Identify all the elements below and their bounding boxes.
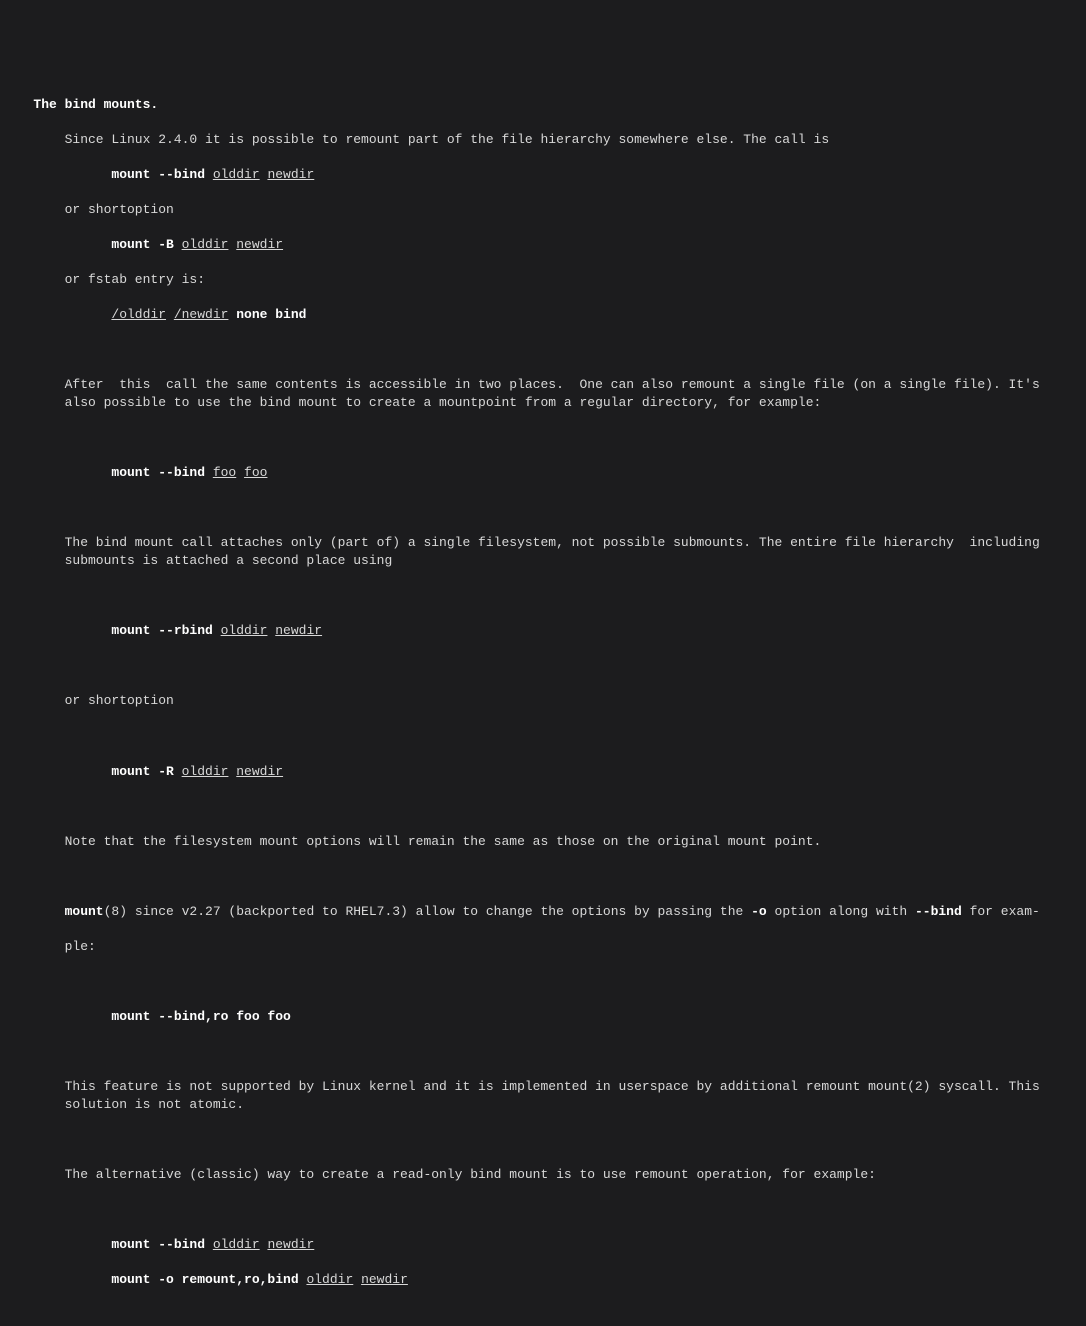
man-page-body: The bind mounts. Since Linux 2.4.0 it is…: [10, 78, 1076, 1326]
cmd-text: mount -B: [111, 237, 181, 252]
paragraph: ple:: [65, 938, 1076, 956]
command-example: mount --bind,ro foo foo: [111, 1008, 1076, 1026]
cmd-text: mount --bind,ro foo foo: [111, 1009, 290, 1024]
command-example: mount --rbind olddir newdir: [111, 622, 1076, 640]
command-example: mount -B olddir newdir: [111, 236, 1076, 254]
cmd-space: [236, 465, 244, 480]
text: option along with: [767, 904, 915, 919]
command-example: mount --bind foo foo: [111, 464, 1076, 482]
command-example: mount -R olddir newdir: [111, 763, 1076, 781]
cmd-arg: olddir: [221, 623, 268, 638]
paragraph: or fstab entry is:: [65, 271, 1076, 289]
cmd-arg: newdir: [267, 1237, 314, 1252]
text-bold: mount: [65, 904, 104, 919]
cmd-arg: foo: [244, 465, 267, 480]
paragraph: or shortoption: [65, 201, 1076, 219]
text-bold: --bind: [915, 904, 962, 919]
paragraph: mount(8) since v2.27 (backported to RHEL…: [65, 903, 1076, 921]
cmd-text: mount -o remount,ro,bind: [111, 1272, 306, 1287]
cmd-space: [353, 1272, 361, 1287]
cmd-text: mount --rbind: [111, 623, 220, 638]
cmd-arg: /newdir: [174, 307, 229, 322]
cmd-text: mount --bind: [111, 465, 212, 480]
paragraph: The alternative (classic) way to create …: [65, 1166, 1076, 1184]
paragraph: After this call the same contents is acc…: [65, 376, 1076, 411]
cmd-arg: newdir: [275, 623, 322, 638]
cmd-arg: foo: [213, 465, 236, 480]
text: (8) since v2.27 (backported to RHEL7.3) …: [104, 904, 752, 919]
text: for exam-: [962, 904, 1040, 919]
paragraph: Note that the filesystem mount options w…: [65, 833, 1076, 851]
paragraph: or shortoption: [65, 692, 1076, 710]
cmd-arg: /olddir: [111, 307, 166, 322]
cmd-arg: olddir: [213, 167, 260, 182]
cmd-space: [166, 307, 174, 322]
cmd-arg: olddir: [306, 1272, 353, 1287]
command-example: /olddir /newdir none bind: [111, 306, 1076, 324]
paragraph: This feature is not supported by Linux k…: [65, 1078, 1076, 1113]
cmd-text: mount --bind: [111, 1237, 212, 1252]
cmd-arg: newdir: [267, 167, 314, 182]
paragraph: The bind mount call attaches only (part …: [65, 534, 1076, 569]
cmd-arg: olddir: [182, 764, 229, 779]
cmd-text: none bind: [228, 307, 306, 322]
cmd-space: [260, 1237, 268, 1252]
section-heading: The bind mounts.: [33, 97, 158, 112]
cmd-arg: newdir: [361, 1272, 408, 1287]
cmd-arg: newdir: [236, 237, 283, 252]
cmd-space: [228, 764, 236, 779]
text-bold: -o: [751, 904, 767, 919]
paragraph: Since Linux 2.4.0 it is possible to remo…: [65, 131, 1076, 149]
cmd-arg: newdir: [236, 764, 283, 779]
cmd-arg: olddir: [213, 1237, 260, 1252]
cmd-arg: olddir: [182, 237, 229, 252]
command-example: mount --bind olddir newdir: [111, 166, 1076, 184]
cmd-text: mount -R: [111, 764, 181, 779]
command-example: mount -o remount,ro,bind olddir newdir: [111, 1271, 1076, 1289]
command-example: mount --bind olddir newdir: [111, 1236, 1076, 1254]
cmd-text: mount --bind: [111, 167, 212, 182]
